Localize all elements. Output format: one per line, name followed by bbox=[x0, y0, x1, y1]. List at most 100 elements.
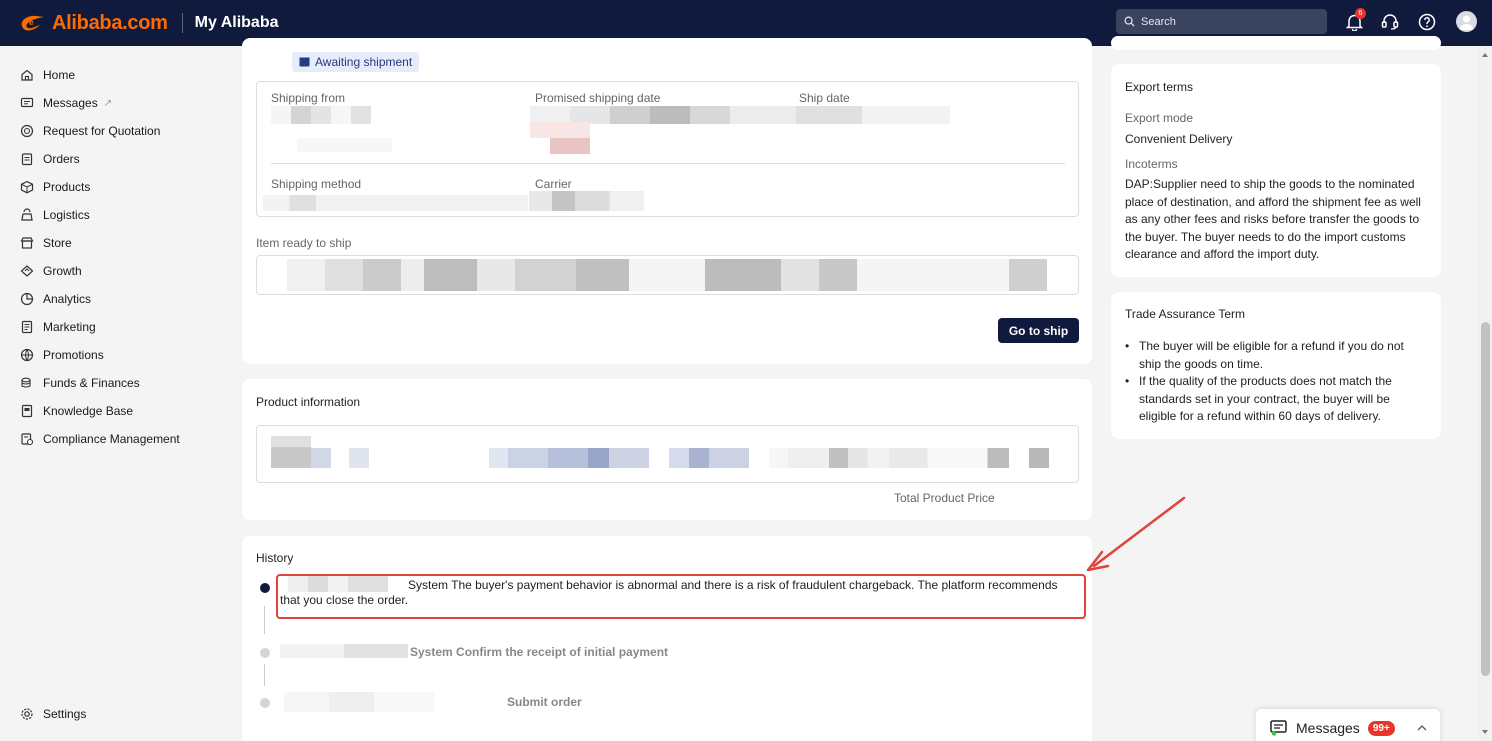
brand-name: Alibaba.com bbox=[52, 11, 168, 34]
status-text: Awaiting shipment bbox=[315, 55, 413, 69]
sidebar-item-products[interactable]: Products bbox=[20, 177, 90, 197]
sidebar-item-label: Knowledge Base bbox=[43, 404, 134, 418]
trade-assurance-title: Trade Assurance Term bbox=[1125, 307, 1246, 321]
sidebar-item-label: Orders bbox=[43, 152, 80, 166]
notification-button[interactable]: 6 bbox=[1343, 8, 1366, 33]
sidebar-item-home[interactable]: Home bbox=[20, 65, 75, 85]
product-info-title: Product information bbox=[256, 395, 361, 409]
search-icon bbox=[1124, 16, 1135, 27]
alibaba-logo[interactable]: e Alibaba.com bbox=[18, 12, 168, 35]
messages-widget-label: Messages bbox=[1296, 720, 1360, 736]
search-input[interactable]: Search bbox=[1116, 9, 1327, 34]
analytics-icon bbox=[20, 292, 34, 306]
user-avatar[interactable] bbox=[1456, 11, 1477, 32]
help-icon bbox=[1418, 13, 1436, 31]
main-content: Awaiting shipment Shipping from Promised… bbox=[206, 36, 1478, 741]
chevron-up-icon[interactable] bbox=[1417, 725, 1427, 731]
sidebar-item-label: Promotions bbox=[43, 348, 104, 362]
trade-assurance-text: The buyer will be eligible for a refund … bbox=[1139, 339, 1404, 371]
redacted-shipping-from bbox=[271, 106, 371, 124]
history-timeline-line bbox=[264, 664, 265, 686]
sidebar-item-label: Messages bbox=[43, 96, 98, 110]
incoterms-value: DAP:Supplier need to ship the goods to t… bbox=[1125, 177, 1421, 261]
item-ready-box bbox=[256, 255, 1079, 295]
redacted-product-b bbox=[349, 448, 369, 468]
settings-label: Settings bbox=[43, 707, 87, 721]
messages-count-badge: 99+ bbox=[1367, 720, 1395, 736]
knowledge-icon bbox=[21, 404, 33, 418]
annotation-arrow-icon bbox=[1086, 496, 1186, 572]
sidebar-item-orders[interactable]: Orders bbox=[20, 149, 80, 169]
redacted-product-a bbox=[311, 448, 331, 468]
redacted-product-e bbox=[769, 448, 1009, 468]
sidebar-item-compliance[interactable]: Compliance Management bbox=[20, 429, 180, 449]
scroll-down-icon[interactable] bbox=[1481, 729, 1489, 735]
redacted-product-c bbox=[489, 448, 649, 468]
sidebar-item-label: Compliance Management bbox=[43, 432, 180, 446]
history-card: History System The buyer's payment behav… bbox=[242, 536, 1092, 741]
help-button[interactable] bbox=[1416, 11, 1438, 33]
redacted-item-info bbox=[287, 259, 1047, 291]
sidebar-item-logistics[interactable]: Logistics bbox=[20, 205, 90, 225]
search-placeholder: Search bbox=[1141, 15, 1176, 28]
sidebar-item-store[interactable]: Store bbox=[20, 233, 72, 253]
sidebar-item-growth[interactable]: Growth bbox=[20, 261, 82, 281]
summary-card-partial bbox=[1111, 36, 1441, 50]
item-ready-label: Item ready to ship bbox=[256, 236, 352, 250]
section-title[interactable]: My Alibaba bbox=[195, 14, 279, 32]
redacted-promised-date-3 bbox=[550, 138, 590, 154]
growth-icon bbox=[20, 265, 34, 277]
external-link-icon: ↗ bbox=[103, 97, 113, 109]
export-terms-card: Export terms Export mode Convenient Deli… bbox=[1111, 64, 1441, 277]
history-entry-3: Submit order bbox=[507, 695, 582, 709]
sidebar-item-messages[interactable]: Messages ↗ bbox=[20, 93, 112, 113]
redacted-product-image bbox=[271, 436, 311, 468]
sidebar-item-label: Home bbox=[43, 68, 76, 82]
messages-widget[interactable]: Messages 99+ bbox=[1256, 709, 1440, 741]
box-icon bbox=[299, 57, 310, 67]
sidebar-item-marketing[interactable]: Marketing bbox=[20, 317, 96, 337]
sidebar-item-settings[interactable]: Settings bbox=[20, 704, 86, 724]
headset-icon bbox=[1381, 14, 1399, 30]
support-button[interactable] bbox=[1379, 11, 1401, 33]
logistics-icon bbox=[21, 208, 33, 221]
sidebar-item-label: Store bbox=[43, 236, 72, 250]
chat-icon bbox=[1270, 720, 1287, 736]
sidebar-item-funds[interactable]: Funds & Finances bbox=[20, 373, 140, 393]
export-mode-value: Convenient Delivery bbox=[1125, 132, 1233, 146]
rfq-icon bbox=[20, 124, 34, 138]
carrier-label: Carrier bbox=[535, 177, 572, 191]
home-icon bbox=[21, 69, 33, 81]
history-entry-2: System Confirm the receipt of initial pa… bbox=[410, 645, 669, 659]
scroll-up-icon[interactable] bbox=[1481, 52, 1489, 58]
product-info-card: Product information Total Product Price bbox=[242, 379, 1092, 520]
history-dot bbox=[260, 648, 270, 658]
history-title: History bbox=[256, 551, 294, 565]
export-mode-label: Export mode bbox=[1125, 111, 1194, 125]
redacted-history-time-2 bbox=[280, 644, 408, 658]
sidebar-item-rfq[interactable]: Request for Quotation bbox=[20, 121, 160, 141]
sidebar-item-label: Growth bbox=[43, 264, 82, 278]
sidebar-item-label: Request for Quotation bbox=[43, 124, 161, 138]
product-details-box bbox=[256, 425, 1079, 483]
go-to-ship-button[interactable]: Go to ship bbox=[998, 318, 1079, 343]
message-icon bbox=[20, 97, 34, 108]
sidebar-item-promotions[interactable]: Promotions bbox=[20, 345, 104, 365]
history-dot bbox=[260, 698, 270, 708]
sidebar: Home Messages ↗ Request for Quotation Or… bbox=[0, 46, 206, 741]
trade-assurance-list: • The buyer will be eligible for a refun… bbox=[1125, 338, 1427, 426]
gear-icon bbox=[21, 708, 33, 720]
scrollbar-thumb[interactable] bbox=[1481, 322, 1490, 676]
sidebar-item-analytics[interactable]: Analytics bbox=[20, 289, 91, 309]
orders-icon bbox=[21, 153, 33, 166]
sidebar-item-label: Logistics bbox=[43, 208, 90, 222]
export-terms-title: Export terms bbox=[1125, 80, 1194, 94]
annotation-highlight-box bbox=[276, 574, 1086, 619]
sidebar-item-knowledge-base[interactable]: Knowledge Base bbox=[20, 401, 133, 421]
trade-assurance-card: Trade Assurance Term • The buyer will be… bbox=[1111, 292, 1441, 439]
products-icon bbox=[20, 180, 34, 194]
redacted-product-d bbox=[669, 448, 749, 468]
shipping-details-box: Shipping from Promised shipping date Shi… bbox=[256, 81, 1079, 217]
redacted-history-time-3 bbox=[284, 692, 434, 712]
redacted-shipping-method bbox=[263, 195, 528, 211]
